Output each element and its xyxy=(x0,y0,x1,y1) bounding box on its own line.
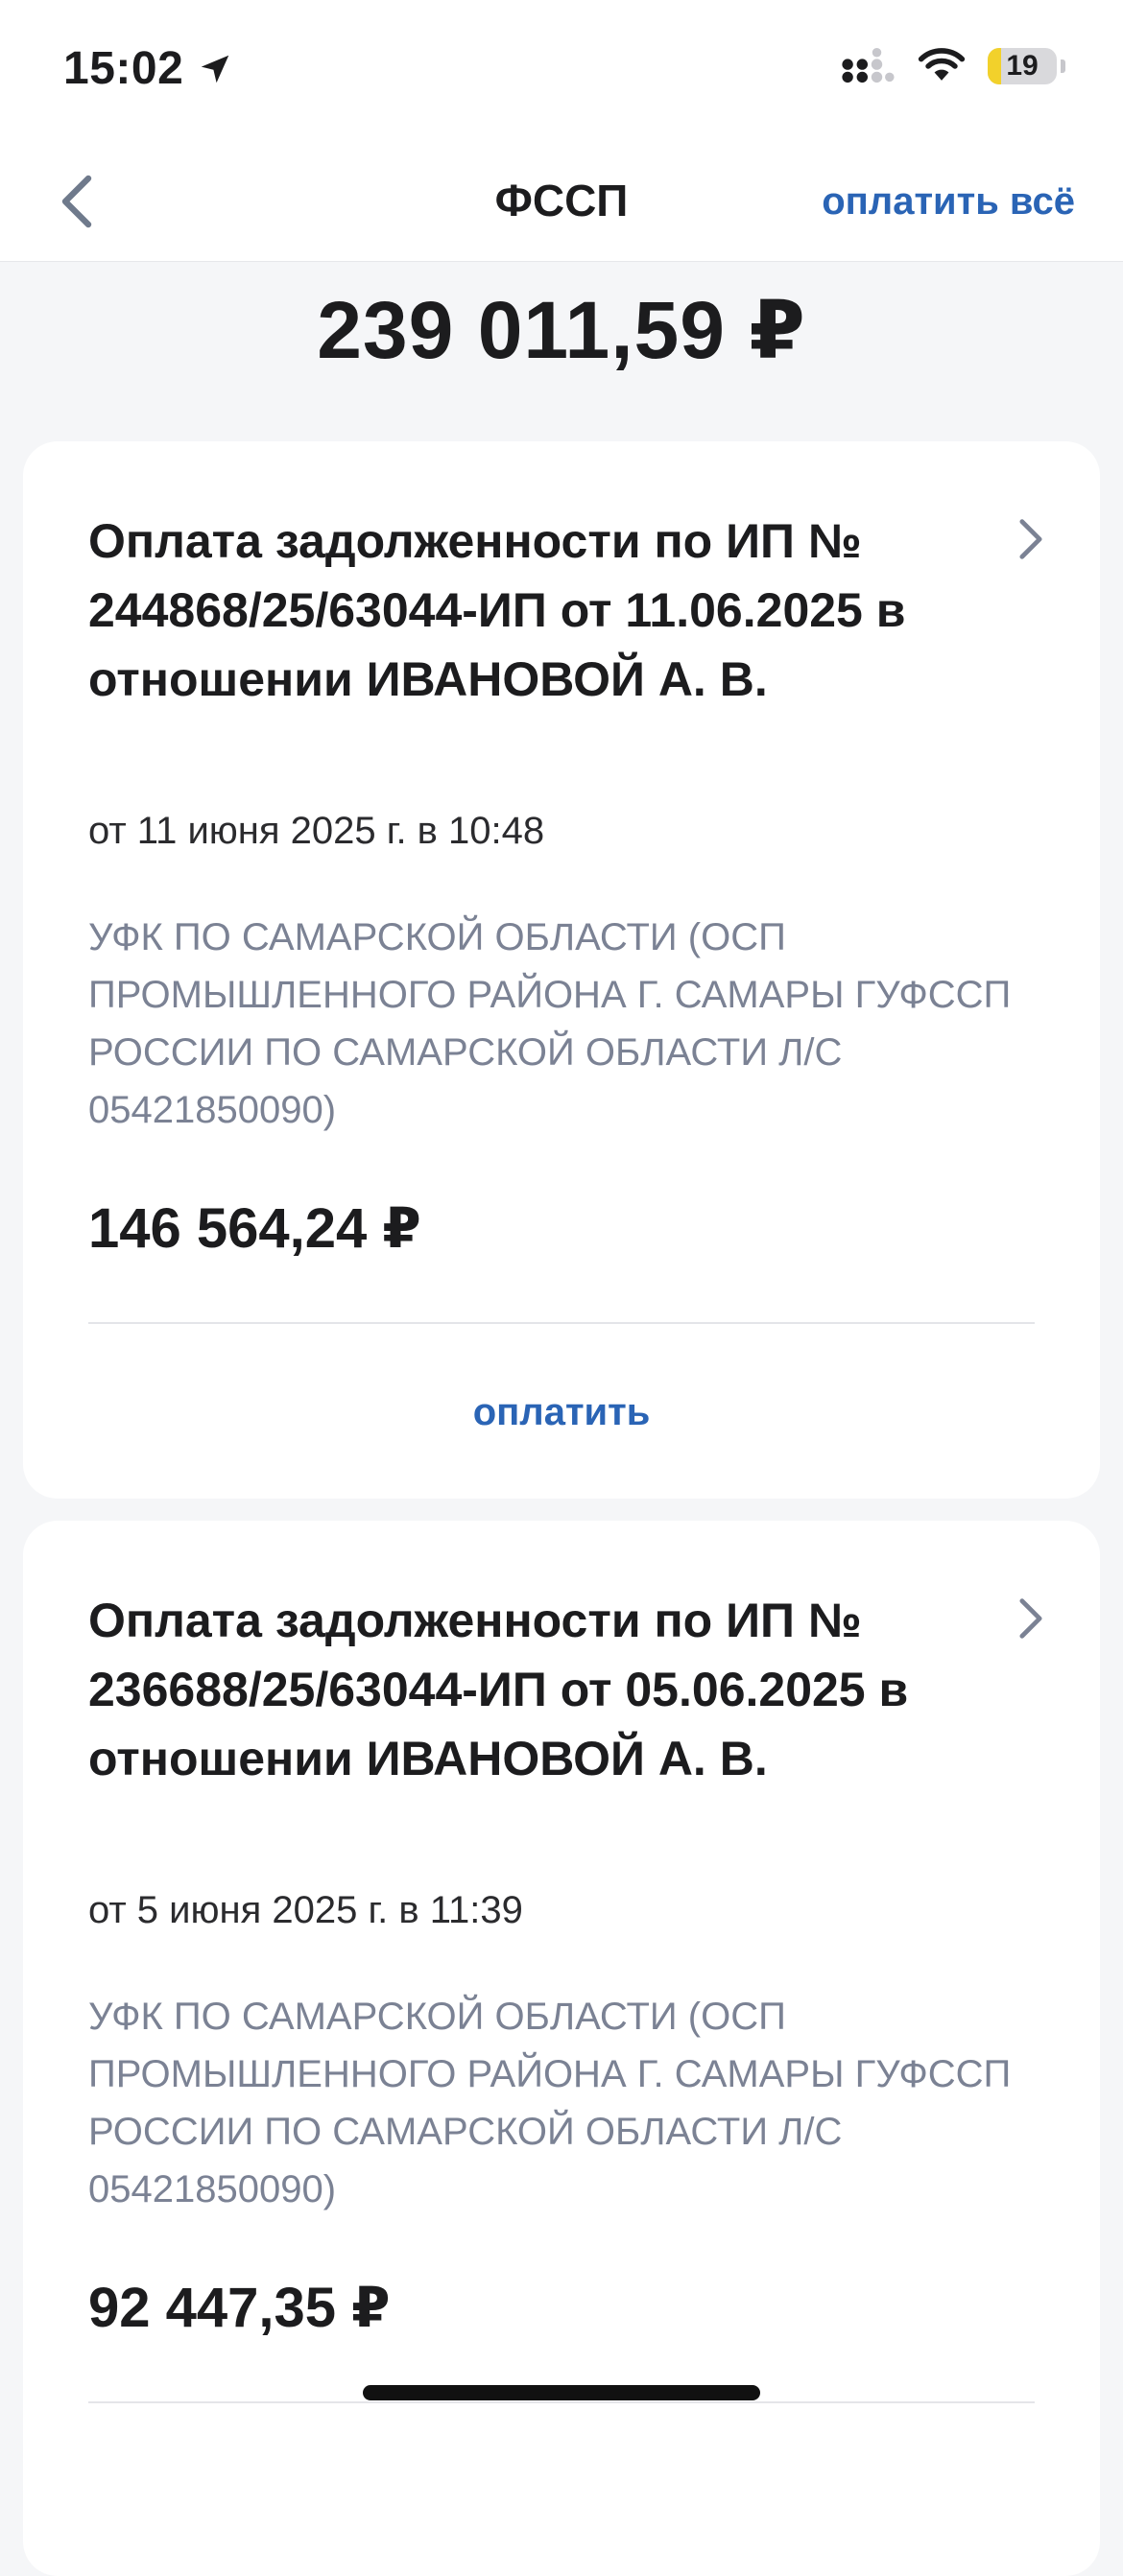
debt-card[interactable]: Оплата задолженности по ИП № 244868/25/6… xyxy=(23,441,1100,1499)
pay-button[interactable]: оплатить xyxy=(23,1391,1100,1434)
debt-recipient: УФК ПО САМАРСКОЙ ОБЛАСТИ (ОСП ПРОМЫШЛЕНН… xyxy=(88,1996,1012,2210)
chevron-right-icon[interactable] xyxy=(1015,1597,1046,1640)
divider xyxy=(88,2401,1035,2403)
wifi-icon xyxy=(918,48,966,81)
battery-tip xyxy=(1061,59,1065,73)
location-arrow-icon xyxy=(202,55,229,83)
battery-level: 19 xyxy=(1006,50,1039,82)
debt-date: от 5 июня 2025 г. в 11:39 xyxy=(88,1889,523,1931)
signal-icon xyxy=(842,48,895,83)
status-icons: 19 xyxy=(840,48,1065,84)
chevron-right-icon[interactable] xyxy=(1015,518,1046,560)
debt-amount: 92 447,35 ₽ xyxy=(88,2277,391,2339)
debt-title: Оплата задолженности по ИП № 244868/25/6… xyxy=(88,514,906,706)
debt-recipient: УФК ПО САМАРСКОЙ ОБЛАСТИ (ОСП ПРОМЫШЛЕНН… xyxy=(88,916,1012,1131)
status-time-text: 15:02 xyxy=(63,43,184,94)
debt-title: Оплата задолженности по ИП № 236688/25/6… xyxy=(88,1594,909,1785)
total-amount: 239 011,59 ₽ xyxy=(317,285,806,375)
nav-header: ФССП оплатить всё xyxy=(0,144,1123,262)
pay-all-button[interactable]: оплатить всё xyxy=(822,180,1075,224)
total-section: 239 011,59 ₽ xyxy=(0,262,1123,435)
debt-card[interactable]: Оплата задолженности по ИП № 236688/25/6… xyxy=(23,1521,1100,2576)
status-time: 15:02 xyxy=(63,42,233,95)
home-indicator[interactable] xyxy=(363,2385,760,2400)
debt-amount: 146 564,24 ₽ xyxy=(88,1197,421,1260)
debt-date: от 11 июня 2025 г. в 10:48 xyxy=(88,810,545,852)
battery-icon: 19 xyxy=(988,48,1057,84)
status-bar: 15:02 19 xyxy=(0,0,1123,144)
battery-fill xyxy=(988,48,1001,84)
divider xyxy=(88,1322,1035,1324)
